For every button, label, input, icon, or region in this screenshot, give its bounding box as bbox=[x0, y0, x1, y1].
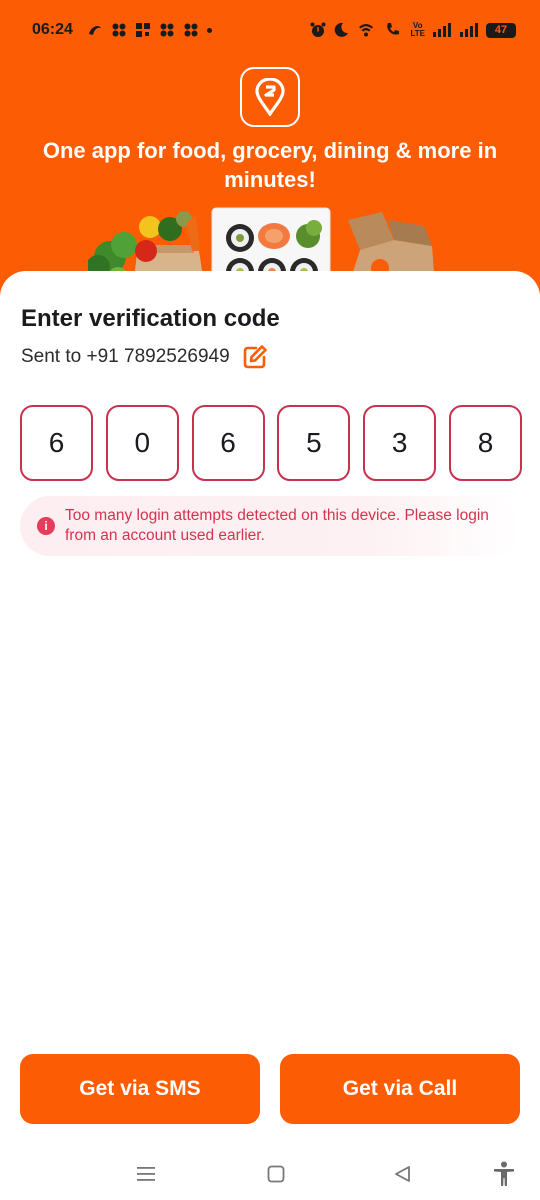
qr-notification-icon bbox=[135, 23, 150, 37]
notification-icons bbox=[87, 22, 212, 38]
status-bar: 06:24 Vo LTE 47 bbox=[0, 0, 540, 60]
get-via-call-button[interactable]: Get via Call bbox=[280, 1054, 520, 1124]
system-navigation-bar bbox=[0, 1148, 540, 1200]
edit-phone-icon[interactable] bbox=[242, 344, 268, 370]
otp-digit-2[interactable]: 0 bbox=[105, 405, 179, 481]
signal-strength-icon bbox=[460, 23, 478, 37]
sent-to-label: Sent to +91 7892526949 bbox=[21, 346, 230, 367]
error-info-icon: i bbox=[37, 517, 55, 535]
wifi-icon bbox=[359, 24, 374, 37]
otp-digit-4[interactable]: 5 bbox=[277, 405, 351, 481]
signal-strength-icon bbox=[433, 23, 451, 37]
hero-banner: 06:24 Vo LTE 47 One app for food, grocer… bbox=[0, 0, 540, 300]
status-time: 06:24 bbox=[32, 21, 73, 38]
get-via-sms-button[interactable]: Get via SMS bbox=[20, 1054, 260, 1124]
menu-icon[interactable] bbox=[132, 1160, 160, 1188]
app-notification-icon bbox=[160, 23, 174, 37]
airtel-icon bbox=[88, 26, 101, 35]
otp-input-group: 6 0 6 5 3 8 bbox=[20, 405, 522, 481]
back-triangle-icon[interactable] bbox=[389, 1160, 417, 1188]
otp-digit-5[interactable]: 3 bbox=[363, 405, 437, 481]
app-notification-icon bbox=[112, 23, 126, 37]
otp-digit-6[interactable]: 8 bbox=[448, 405, 522, 481]
accessibility-icon[interactable] bbox=[490, 1160, 518, 1188]
otp-digit-1[interactable]: 6 bbox=[20, 405, 93, 481]
more-notifications-dot bbox=[206, 27, 212, 33]
sent-to-row: Sent to +91 7892526949 bbox=[21, 344, 268, 370]
volte-indicator: Vo LTE bbox=[410, 21, 425, 38]
do-not-disturb-moon-icon bbox=[335, 22, 349, 37]
error-message: Too many login attempts detected on this… bbox=[65, 507, 489, 544]
home-square-icon[interactable] bbox=[262, 1160, 290, 1188]
alarm-icon bbox=[310, 22, 326, 37]
app-notification-icon bbox=[184, 23, 198, 37]
swiggy-logo-icon bbox=[240, 67, 300, 127]
error-banner: i Too many login attempts detected on th… bbox=[20, 496, 520, 556]
page-title: Enter verification code bbox=[21, 305, 280, 332]
battery-icon: 47 bbox=[486, 22, 516, 38]
otp-digit-3[interactable]: 6 bbox=[191, 405, 265, 481]
hero-tagline: One app for food, grocery, dining & more… bbox=[42, 138, 498, 192]
system-icons: Vo LTE 47 bbox=[310, 22, 516, 38]
wifi-calling-icon bbox=[387, 23, 400, 35]
